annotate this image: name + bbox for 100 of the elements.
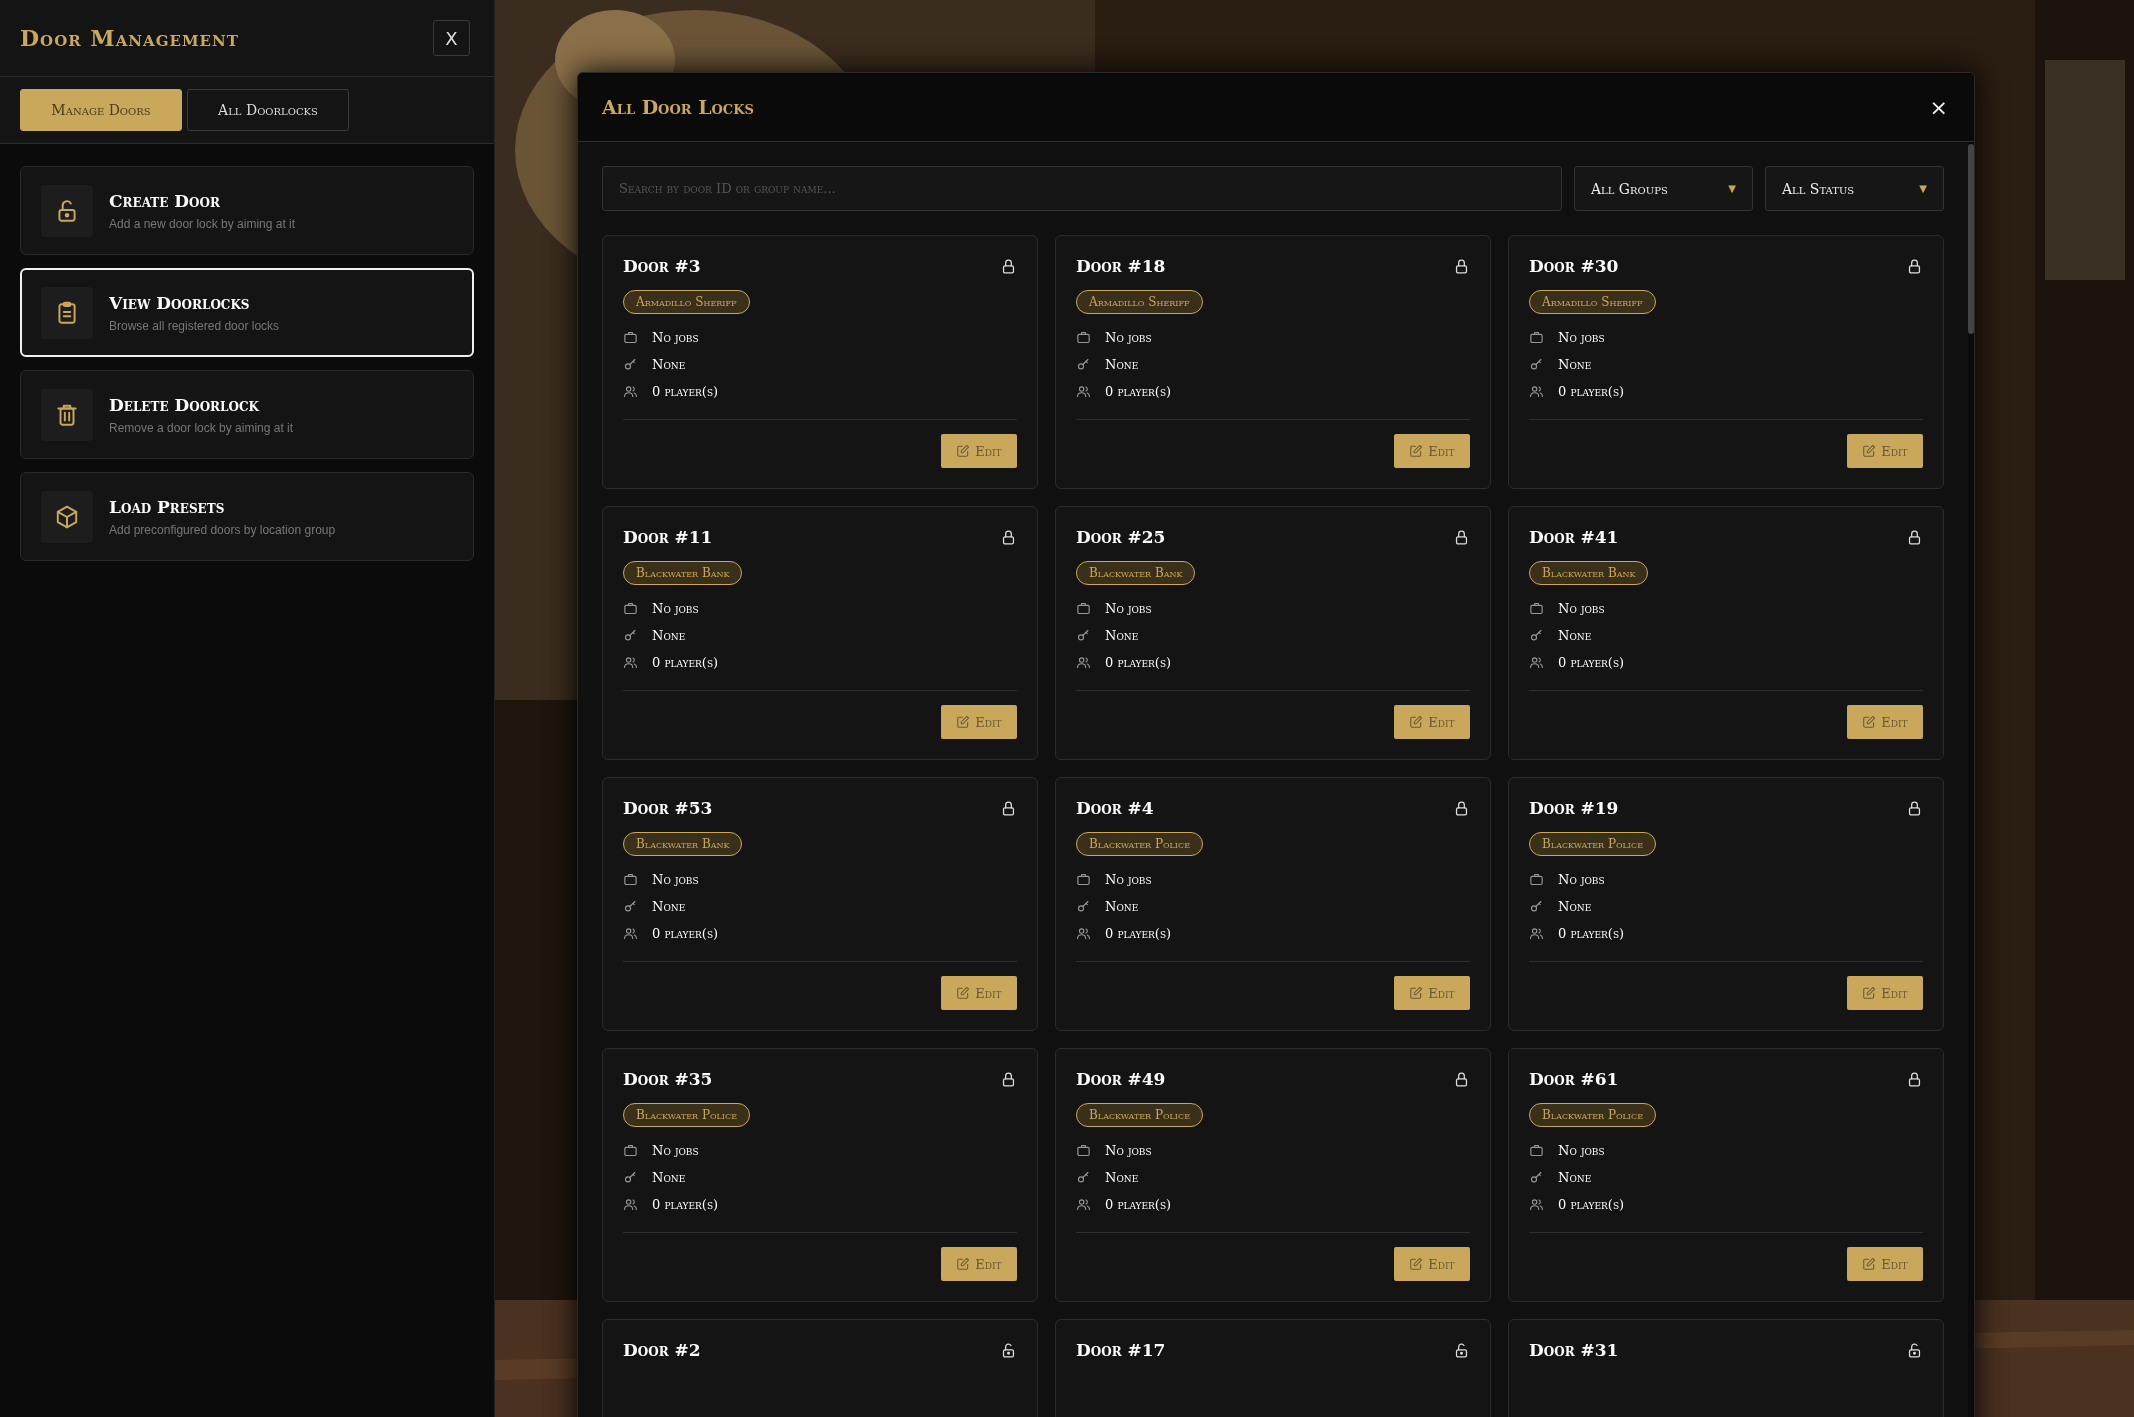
door-detail: No jobs [1105,1143,1152,1158]
edit-button[interactable]: Edit [1847,1247,1923,1281]
edit-button[interactable]: Edit [1847,705,1923,739]
briefcase-icon [1529,872,1544,887]
group-tag: Blackwater Bank [1529,561,1649,585]
close-button[interactable]: X [433,20,470,56]
door-detail: 0 player(s) [652,384,719,399]
door-title: Door #3 [623,256,701,276]
door-detail: No jobs [1558,601,1605,616]
briefcase-icon [1076,330,1091,345]
door-detail: 0 player(s) [1558,926,1625,941]
menu-card[interactable]: Create Door Add a new door lock by aiming at it [20,166,474,255]
people-icon [623,926,638,941]
menu-title: Delete Doorlock [109,394,261,415]
close-button[interactable]: × [1925,94,1952,120]
door-detail: 0 player(s) [1105,655,1172,670]
door-detail: None [1558,1170,1592,1185]
menu-description: Remove a door lock by aiming at it [109,420,294,435]
briefcase-icon [1076,601,1091,616]
group-tag: Blackwater Bank [623,832,743,856]
edit-button[interactable]: Edit [941,976,1017,1010]
filter-dropdown[interactable]: All Groups ▼ [1574,166,1753,211]
door-title: Door #53 [623,798,713,818]
edit-icon [1862,444,1877,458]
edit-icon [956,444,971,458]
key-icon [623,628,638,643]
door-detail: 0 player(s) [652,655,719,670]
people-icon [1076,655,1091,670]
menu-title: View Doorlocks [109,292,251,313]
door-detail: No jobs [652,1143,699,1158]
key-icon [623,357,638,372]
door-detail: 0 player(s) [1105,926,1172,941]
door-title: Door #49 [1076,1069,1166,1089]
door-title: Door #2 [623,1340,701,1360]
door-title: Door #4 [1076,798,1154,818]
group-tag: Blackwater Police [1076,832,1203,856]
menu-card[interactable]: Delete Doorlock Remove a door lock by aiming at it [20,370,474,459]
edit-icon [1409,444,1424,458]
group-tag: Blackwater Police [1529,832,1656,856]
edit-icon [1862,986,1877,1000]
tab[interactable]: Manage Doors [20,89,182,131]
key-icon [1529,899,1544,914]
edit-icon [956,1257,971,1271]
edit-button[interactable]: Edit [1394,976,1470,1010]
door-detail: None [1105,1170,1139,1185]
edit-button[interactable]: Edit [941,1247,1017,1281]
door-title: Door #41 [1529,527,1619,547]
people-icon [623,655,638,670]
edit-icon [1409,1257,1424,1271]
filter-dropdown[interactable]: All Status ▼ [1765,166,1944,211]
door-detail: None [652,1170,686,1185]
briefcase-icon [1529,601,1544,616]
door-detail: No jobs [652,872,699,887]
people-icon [1076,926,1091,941]
people-icon [1076,1197,1091,1212]
door-detail: None [652,899,686,914]
edit-button[interactable]: Edit [941,705,1017,739]
edit-button[interactable]: Edit [1394,434,1470,468]
group-tag: Blackwater Bank [1076,561,1196,585]
key-icon [1529,357,1544,372]
briefcase-icon [1529,1143,1544,1158]
edit-button[interactable]: Edit [1847,976,1923,1010]
edit-button[interactable]: Edit [941,434,1017,468]
door-detail: None [1558,357,1592,372]
edit-button[interactable]: Edit [1394,705,1470,739]
door-detail: No jobs [652,330,699,345]
door-detail: None [1105,899,1139,914]
key-icon [1076,628,1091,643]
key-icon [1529,628,1544,643]
scrollbar[interactable] [1968,142,1974,1417]
door-detail: None [652,628,686,643]
key-icon [1076,899,1091,914]
door-detail: None [652,357,686,372]
edit-icon [1862,715,1877,729]
people-icon [623,1197,638,1212]
door-detail: None [1558,628,1592,643]
briefcase-icon [623,872,638,887]
edit-button[interactable]: Edit [1394,1247,1470,1281]
edit-icon [1409,986,1424,1000]
door-title: Door #61 [1529,1069,1619,1089]
key-icon [623,899,638,914]
group-tag: Blackwater Police [623,1103,750,1127]
door-title: Door #11 [623,527,713,547]
sidebar-title: Door Management [20,25,239,51]
menu-card[interactable]: View Doorlocks Browse all registered door locks [20,268,474,357]
people-icon [1529,1197,1544,1212]
key-icon [1076,1170,1091,1185]
menu-description: Add preconfigured doors by location group [109,522,336,537]
door-title: Door #35 [623,1069,713,1089]
edit-button[interactable]: Edit [1847,434,1923,468]
door-detail: No jobs [1105,872,1152,887]
menu-description: Add a new door lock by aiming at it [109,216,296,231]
group-tag: Blackwater Police [1529,1103,1656,1127]
cube-icon [54,503,80,530]
briefcase-icon [1529,330,1544,345]
key-icon [1076,357,1091,372]
group-tag: Blackwater Police [1076,1103,1203,1127]
tab[interactable]: All Doorlocks [187,89,349,131]
menu-card[interactable]: Load Presets Add preconfigured doors by location group [20,472,474,561]
door-detail: No jobs [1558,330,1605,345]
